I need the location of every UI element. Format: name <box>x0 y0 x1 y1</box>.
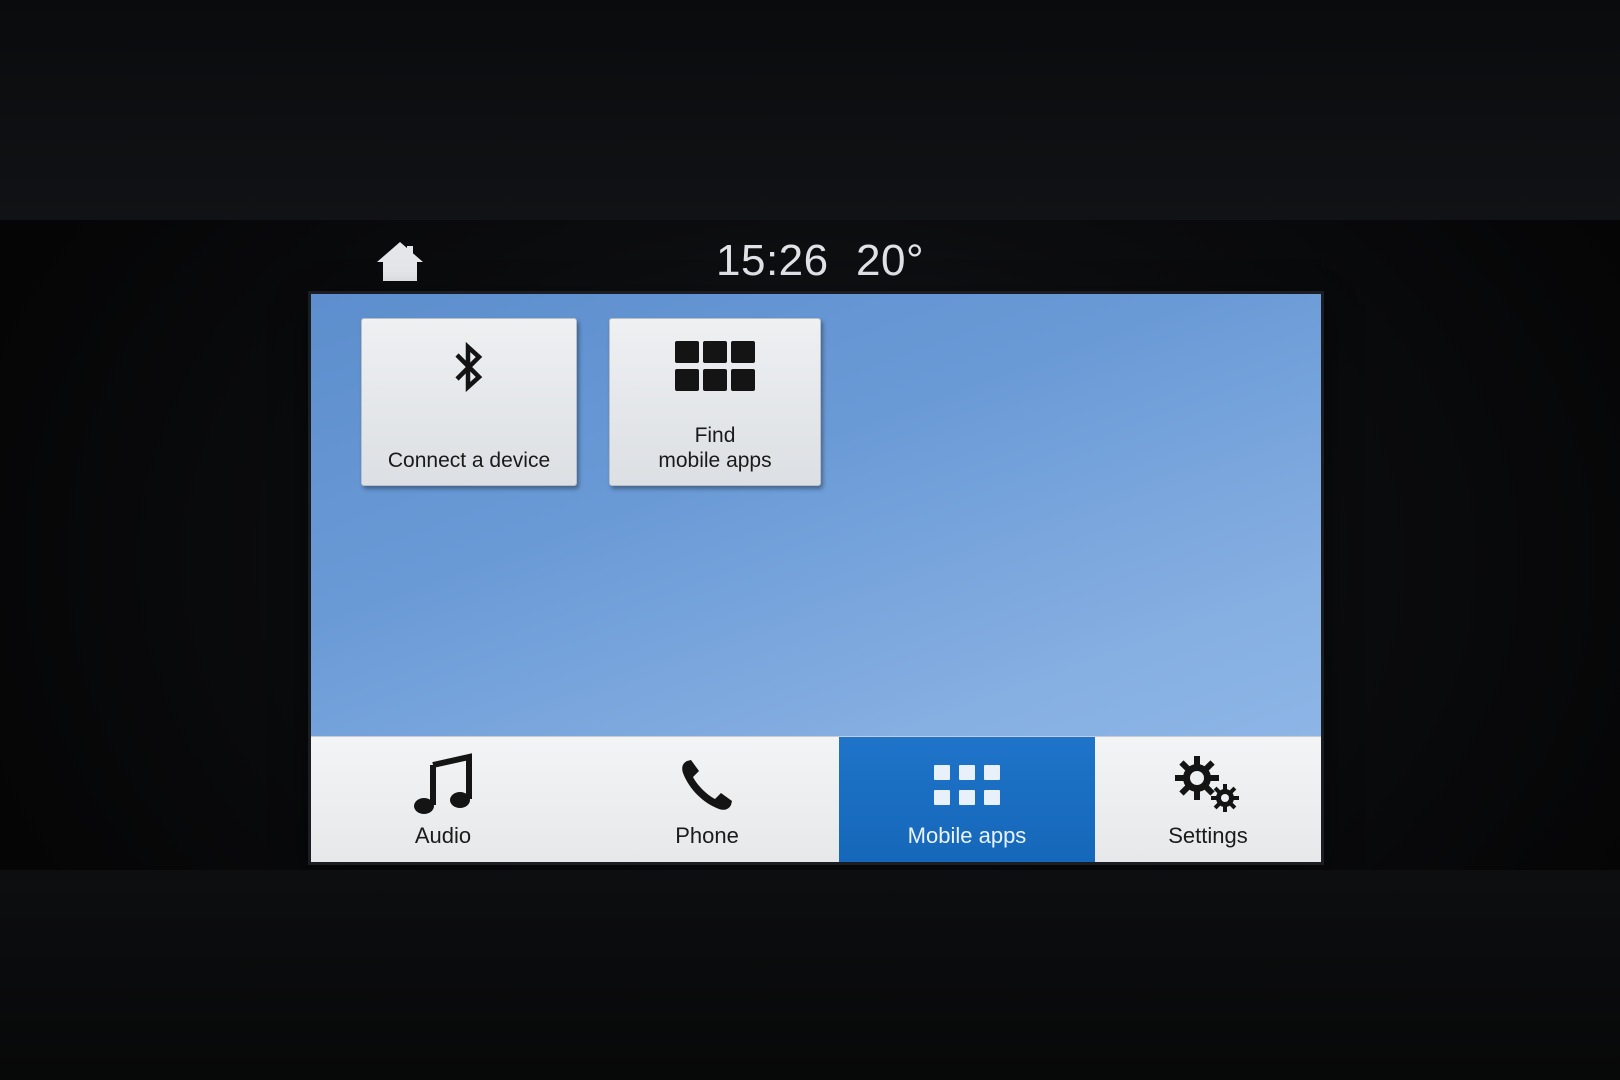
status-bar: 15:26 20° <box>310 232 1320 292</box>
music-note-icon <box>414 753 472 814</box>
dashboard-lower-trim <box>0 870 1620 1080</box>
nav-tab-audio[interactable]: Audio <box>311 737 575 862</box>
nav-tab-settings[interactable]: Settings <box>1095 737 1321 862</box>
nav-tab-phone[interactable]: Phone <box>575 737 839 862</box>
home-button[interactable] <box>374 238 426 284</box>
dashboard-bezel <box>0 0 1620 220</box>
photo-background: 15:26 20° Connect a device Find mobile a… <box>0 0 1620 1080</box>
touchscreen: Connect a device Find mobile apps Audio … <box>311 294 1321 862</box>
gears-icon <box>1175 756 1239 812</box>
phone-icon <box>682 760 732 810</box>
app-grid-icon <box>934 765 1000 805</box>
connect-device-label: Connect a device <box>387 449 551 472</box>
bottom-nav-bar: Audio Phone Mobile apps Settings <box>311 736 1321 862</box>
nav-label-phone: Phone <box>675 823 739 848</box>
connect-device-tile[interactable]: Connect a device <box>361 318 577 486</box>
nav-label-settings: Settings <box>1168 823 1248 848</box>
nav-label-audio: Audio <box>414 823 472 848</box>
nav-tab-mobile-apps[interactable]: Mobile apps <box>839 737 1095 862</box>
bluetooth-icon <box>455 341 483 393</box>
clock: 15:26 <box>716 236 829 285</box>
app-grid-icon <box>675 341 755 391</box>
find-mobile-apps-label: Find mobile apps <box>658 424 772 472</box>
find-mobile-apps-tile[interactable]: Find mobile apps <box>609 318 821 486</box>
home-icon <box>377 242 423 281</box>
outside-temperature: 20° <box>856 236 925 285</box>
nav-label-mobile-apps: Mobile apps <box>907 823 1027 848</box>
